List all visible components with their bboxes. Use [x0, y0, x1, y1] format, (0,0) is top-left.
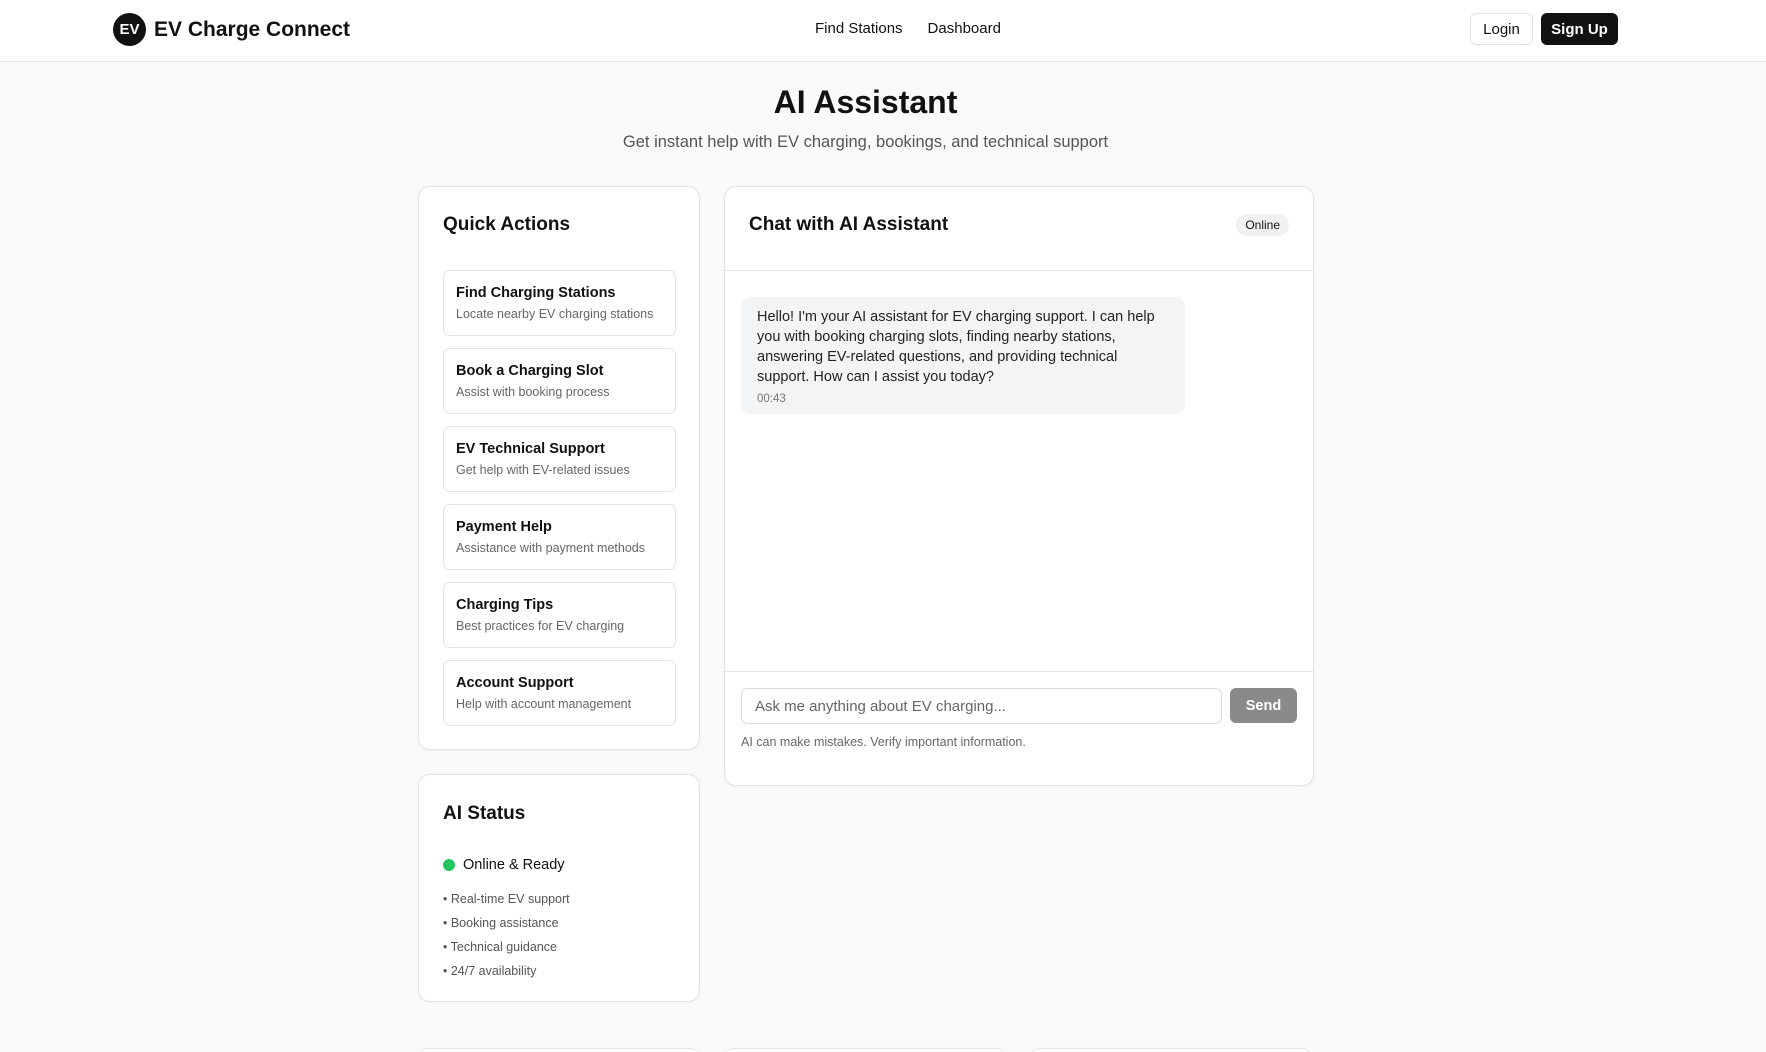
main-nav: Find Stations Dashboard: [815, 20, 1001, 37]
quick-action-book-slot[interactable]: Book a Charging Slot Assist with booking…: [443, 348, 676, 414]
online-badge: Online: [1236, 214, 1289, 236]
lower-card-edge: [418, 1048, 700, 1052]
nav-dashboard[interactable]: Dashboard: [928, 20, 1001, 37]
brand-logo: EV: [113, 13, 146, 46]
quick-action-technical-support[interactable]: EV Technical Support Get help with EV-re…: [443, 426, 676, 492]
quick-action-desc: Assistance with payment methods: [456, 541, 645, 555]
quick-actions-list: Find Charging Stations Locate nearby EV …: [443, 270, 676, 738]
status-dot-icon: [443, 859, 455, 871]
ai-status-card: AI Status Online & Ready • Real-time EV …: [418, 774, 700, 1002]
chat-card: Chat with AI Assistant Online Hello! I'm…: [724, 186, 1314, 786]
message-text: Hello! I'm your AI assistant for EV char…: [757, 309, 1155, 385]
feature-item: • Technical guidance: [443, 940, 557, 954]
send-button[interactable]: Send: [1230, 688, 1297, 723]
chat-title: Chat with AI Assistant: [749, 214, 949, 235]
status-indicator: Online & Ready: [443, 857, 565, 873]
chat-messages[interactable]: Hello! I'm your AI assistant for EV char…: [725, 271, 1313, 671]
quick-action-payment-help[interactable]: Payment Help Assistance with payment met…: [443, 504, 676, 570]
quick-actions-title: Quick Actions: [443, 214, 571, 235]
chat-header: Chat with AI Assistant Online: [725, 187, 1313, 271]
login-button[interactable]: Login: [1470, 13, 1533, 45]
feature-item: • Real-time EV support: [443, 892, 570, 906]
quick-action-desc: Get help with EV-related issues: [456, 463, 630, 477]
quick-action-title: Account Support: [456, 675, 574, 691]
ai-disclaimer: AI can make mistakes. Verify important i…: [741, 735, 1026, 749]
lower-card-edge: [724, 1048, 1006, 1052]
quick-action-title: Find Charging Stations: [456, 285, 616, 301]
page-subtitle: Get instant help with EV charging, booki…: [622, 133, 1109, 151]
nav-find-stations[interactable]: Find Stations: [815, 20, 903, 37]
quick-actions-card: Quick Actions Find Charging Stations Loc…: [418, 186, 700, 750]
feature-item: • Booking assistance: [443, 916, 559, 930]
quick-action-find-stations[interactable]: Find Charging Stations Locate nearby EV …: [443, 270, 676, 336]
status-label: Online & Ready: [463, 857, 565, 873]
signup-button[interactable]: Sign Up: [1541, 13, 1618, 45]
ai-status-title: AI Status: [443, 803, 526, 824]
chat-input[interactable]: [741, 688, 1222, 724]
brand-name: EV Charge Connect: [154, 17, 351, 41]
assistant-message: Hello! I'm your AI assistant for EV char…: [741, 297, 1185, 414]
top-navbar: EV EV Charge Connect Find Stations Dashb…: [0, 0, 1766, 62]
quick-action-desc: Locate nearby EV charging stations: [456, 307, 654, 321]
feature-item: • 24/7 availability: [443, 964, 537, 978]
chat-composer: Send AI can make mistakes. Verify import…: [725, 671, 1313, 785]
message-timestamp: 00:43: [757, 393, 786, 405]
quick-action-desc: Help with account management: [456, 697, 632, 711]
quick-action-title: EV Technical Support: [456, 441, 605, 457]
page-title: AI Assistant: [773, 84, 958, 120]
quick-action-title: Book a Charging Slot: [456, 363, 604, 379]
quick-action-charging-tips[interactable]: Charging Tips Best practices for EV char…: [443, 582, 676, 648]
quick-action-title: Charging Tips: [456, 597, 554, 613]
quick-action-account-support[interactable]: Account Support Help with account manage…: [443, 660, 676, 726]
feature-list: • Real-time EV support • Booking assista…: [443, 887, 570, 983]
brand[interactable]: EV EV Charge Connect: [113, 13, 350, 46]
quick-action-title: Payment Help: [456, 519, 552, 535]
quick-action-desc: Assist with booking process: [456, 385, 610, 399]
lower-card-edge: [1030, 1048, 1312, 1052]
quick-action-desc: Best practices for EV charging: [456, 619, 625, 633]
